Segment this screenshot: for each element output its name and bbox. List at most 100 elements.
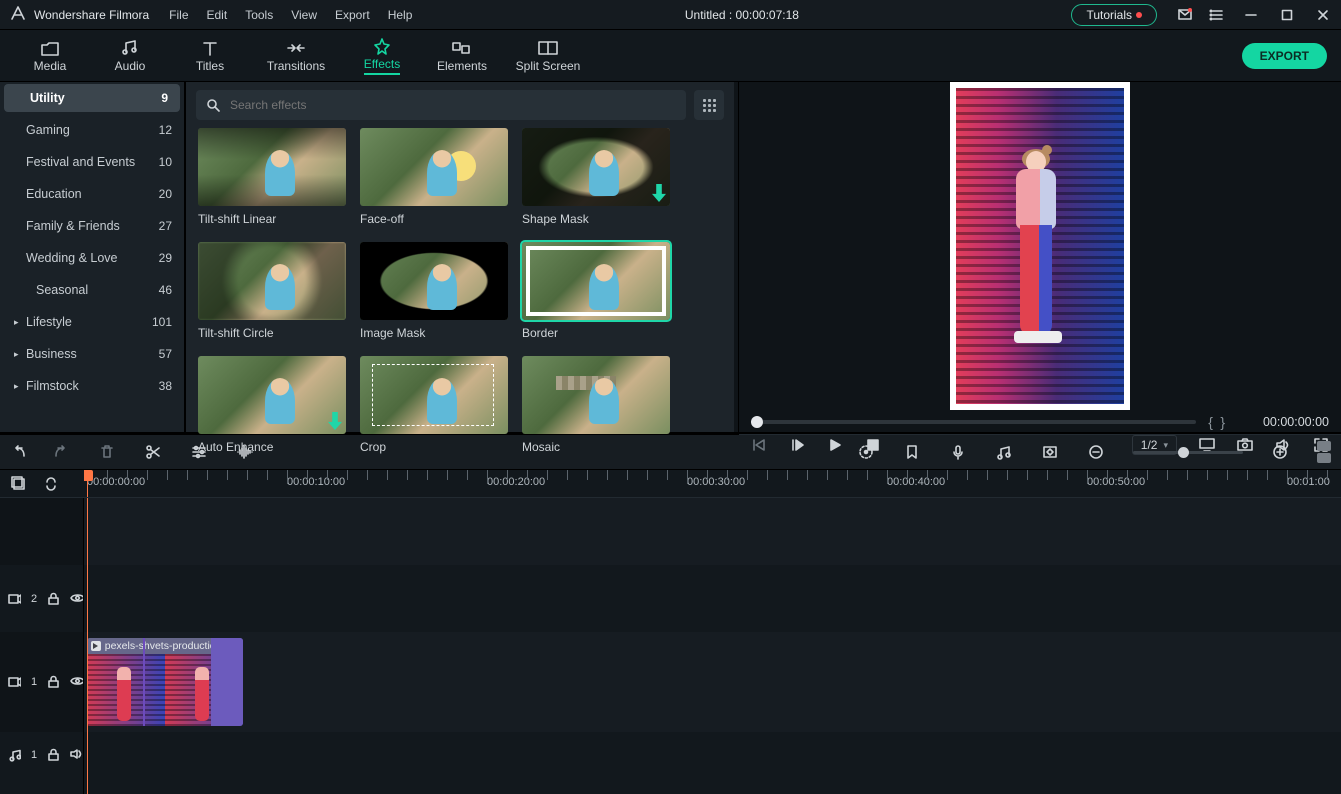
effect-item-tilt-shift-linear[interactable]: Tilt-shift Linear xyxy=(198,128,346,228)
effect-thumbnail xyxy=(522,128,670,206)
effect-name: Auto Enhance xyxy=(198,440,346,454)
zoom-slider[interactable] xyxy=(1133,451,1243,454)
track-head-video1[interactable]: 1 xyxy=(0,632,83,732)
ruler-label: 00:00:30:00 xyxy=(687,476,745,488)
sidebar-item-seasonal[interactable]: Seasonal46 xyxy=(0,274,184,306)
play-icon[interactable] xyxy=(827,437,843,453)
mute-icon[interactable] xyxy=(70,748,83,762)
sidebar-item-utility[interactable]: Utility9 xyxy=(4,84,180,112)
marker-icon[interactable] xyxy=(903,443,921,461)
mark-out-button[interactable]: } xyxy=(1218,414,1227,430)
effect-thumbnail xyxy=(360,128,508,206)
effect-item-shape-mask[interactable]: Shape Mask xyxy=(522,128,670,228)
effect-thumbnail xyxy=(198,242,346,320)
window-maximize-button[interactable] xyxy=(1269,0,1305,30)
track-head-video2[interactable]: 2 xyxy=(0,565,83,632)
lock-icon[interactable] xyxy=(47,592,60,606)
lock-icon[interactable] xyxy=(47,675,60,689)
sidebar-item-family-friends[interactable]: Family & Friends27 xyxy=(0,210,184,242)
menu-tools[interactable]: Tools xyxy=(245,8,273,22)
sidebar-item-education[interactable]: Education20 xyxy=(0,178,184,210)
split-icon[interactable] xyxy=(144,443,162,461)
menu-file[interactable]: File xyxy=(169,8,188,22)
ruler-label: 00:00:20:00 xyxy=(487,476,545,488)
window-minimize-button[interactable] xyxy=(1233,0,1269,30)
effect-item-image-mask[interactable]: Image Mask xyxy=(360,242,508,342)
timeline-clip[interactable]: pexels-shvets-production-719 xyxy=(87,638,243,726)
zoom-out-icon[interactable] xyxy=(1087,443,1105,461)
visibility-icon[interactable] xyxy=(70,592,83,606)
effect-name: Border xyxy=(522,326,670,340)
effect-item-crop[interactable]: Crop xyxy=(360,356,508,456)
menu-view[interactable]: View xyxy=(291,8,317,22)
tab-effects[interactable]: Effects xyxy=(342,30,422,82)
app-name: Wondershare Filmora xyxy=(34,8,149,22)
redo-icon[interactable] xyxy=(52,443,70,461)
effect-thumbnail xyxy=(198,128,346,206)
search-icon xyxy=(206,98,220,112)
sidebar-item-gaming[interactable]: Gaming12 xyxy=(0,114,184,146)
search-input-wrap[interactable] xyxy=(196,90,686,120)
sidebar-item-business[interactable]: ▸Business57 xyxy=(0,338,184,370)
message-icon[interactable] xyxy=(1177,7,1193,23)
tab-audio[interactable]: Audio xyxy=(90,30,170,82)
tab-titles[interactable]: Titles xyxy=(170,30,250,82)
chevron-down-icon: ▾ xyxy=(1163,440,1168,451)
effect-item-face-off[interactable]: Face-off xyxy=(360,128,508,228)
track-manager-icon[interactable] xyxy=(10,475,28,493)
sidebar-item-count: 38 xyxy=(159,379,172,393)
export-button[interactable]: EXPORT xyxy=(1242,43,1327,69)
sidebar-item-label: Lifestyle xyxy=(26,315,152,329)
undo-icon[interactable] xyxy=(10,443,28,461)
tab-split-screen[interactable]: Split Screen xyxy=(502,30,594,82)
visibility-icon[interactable] xyxy=(70,675,83,689)
sidebar-item-wedding-love[interactable]: Wedding & Love29 xyxy=(0,242,184,274)
track-head-audio1[interactable]: 1 xyxy=(0,732,83,777)
lock-icon[interactable] xyxy=(47,748,60,762)
view-grid-icon[interactable] xyxy=(694,90,724,120)
sidebar-item-count: 29 xyxy=(159,251,172,265)
timeline-tracks: 2 1 1 pexels-shvets-production-719 xyxy=(0,498,1341,794)
task-list-icon[interactable] xyxy=(1209,7,1225,23)
video-track-icon xyxy=(8,675,21,689)
sidebar-item-label: Gaming xyxy=(26,123,159,137)
effect-item-mosaic[interactable]: Mosaic xyxy=(522,356,670,456)
effect-item-border[interactable]: Border xyxy=(522,242,670,342)
tab-transitions[interactable]: Transitions xyxy=(250,30,342,82)
auto-ripple-icon[interactable] xyxy=(42,475,60,493)
tab-media[interactable]: Media xyxy=(10,30,90,82)
sidebar-item-label: Filmstock xyxy=(26,379,159,393)
clip-play-icon xyxy=(91,641,101,651)
sidebar-item-filmstock[interactable]: ▸Filmstock38 xyxy=(0,370,184,402)
playhead[interactable] xyxy=(87,470,88,497)
zoom-fit-icon[interactable] xyxy=(1317,441,1331,463)
audio-mixer-icon[interactable] xyxy=(995,443,1013,461)
effect-item-auto-enhance[interactable]: Auto Enhance xyxy=(198,356,346,456)
step-back-icon[interactable] xyxy=(751,437,767,453)
timeline-ruler[interactable]: 00:00:00:0000:00:10:0000:00:20:0000:00:3… xyxy=(0,470,1341,498)
preview-scrub-bar[interactable] xyxy=(751,420,1196,424)
playhead-line[interactable] xyxy=(87,498,88,794)
effect-item-tilt-shift-circle[interactable]: Tilt-shift Circle xyxy=(198,242,346,342)
effect-name: Mosaic xyxy=(522,440,670,454)
search-input[interactable] xyxy=(228,97,676,113)
tab-elements[interactable]: Elements xyxy=(422,30,502,82)
effect-name: Crop xyxy=(360,440,508,454)
window-close-button[interactable] xyxy=(1305,0,1341,30)
tutorials-button[interactable]: Tutorials xyxy=(1071,4,1157,26)
track-lanes[interactable]: pexels-shvets-production-719 xyxy=(84,498,1341,794)
menu-export[interactable]: Export xyxy=(335,8,370,22)
zoom-in-icon[interactable] xyxy=(1271,443,1289,461)
mark-in-button[interactable]: { xyxy=(1206,414,1215,430)
menu-edit[interactable]: Edit xyxy=(207,8,228,22)
menu-help[interactable]: Help xyxy=(388,8,413,22)
sidebar-item-festival-and-events[interactable]: Festival and Events10 xyxy=(0,146,184,178)
download-icon xyxy=(652,184,666,202)
voiceover-icon[interactable] xyxy=(949,443,967,461)
delete-icon[interactable] xyxy=(98,443,116,461)
sidebar-item-lifestyle[interactable]: ▸Lifestyle101 xyxy=(0,306,184,338)
render-icon[interactable] xyxy=(857,443,875,461)
preview-canvas[interactable] xyxy=(950,82,1130,410)
keyframe-icon[interactable] xyxy=(1041,443,1059,461)
play-forward-icon[interactable] xyxy=(789,437,805,453)
